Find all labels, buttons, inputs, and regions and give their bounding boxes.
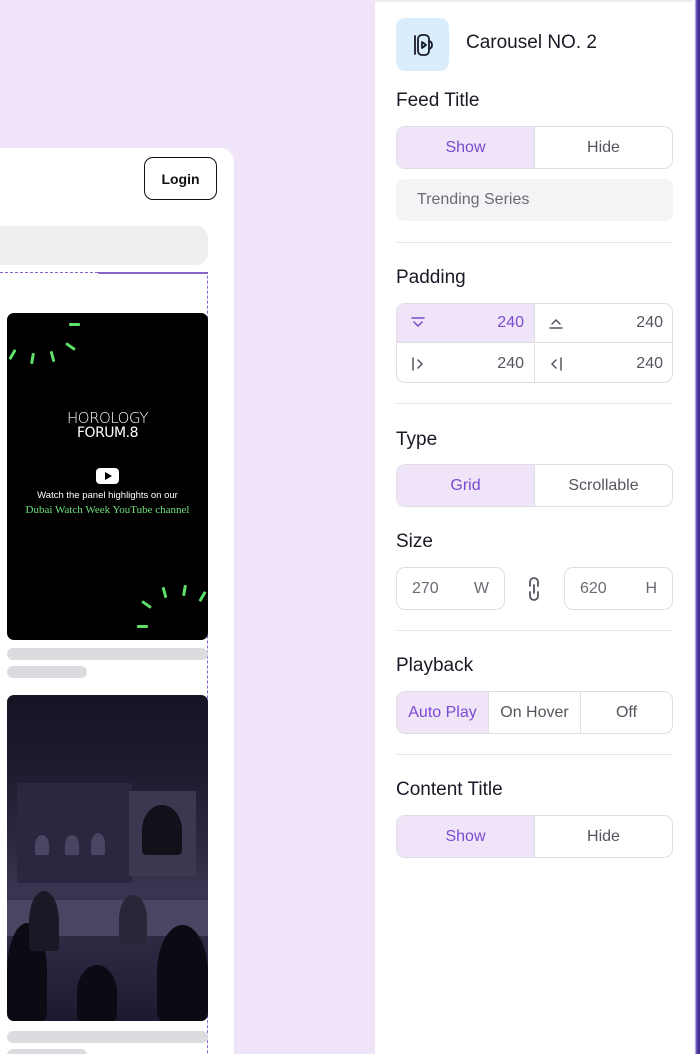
padding-top-icon [547,314,565,332]
selection-handle[interactable] [98,272,208,274]
video-library-icon [413,33,433,56]
section-divider [396,630,673,631]
decorative-dash [49,350,56,363]
padding-bottom-icon [409,314,427,332]
padding-heading: Padding [396,267,466,288]
decorative-dash [182,584,187,597]
subtitle-skeleton [7,1049,87,1054]
size-height-field[interactable]: 620 H [564,567,673,610]
aspect-lock-link-icon[interactable] [523,574,545,604]
subtitle-skeleton [7,666,87,678]
panelist-seated [119,895,147,943]
section-divider [396,754,673,755]
padding-left-icon [547,355,565,373]
decorative-dash [137,625,148,628]
decorative-dash [198,590,207,603]
size-width-value: 270 [412,579,439,597]
decorative-dash [8,348,17,361]
type-grid-option[interactable]: Grid [397,465,534,506]
playback-heading: Playback [396,655,474,676]
size-height-unit: H [645,579,657,597]
padding-left-value: 240 [636,354,663,372]
size-width-unit: W [473,579,489,597]
feed-title-toggle: Show Hide [396,126,673,169]
stage-screen [17,783,132,883]
audience-figure [77,965,117,1021]
youtube-icon [96,468,119,484]
padding-top-value: 240 [636,314,663,331]
decorative-dash [161,586,168,599]
preview-canvas: Login HOROLOGY FORUM.8 Watch the panel h… [0,0,375,1054]
padding-grid: 240 240 240 240 [396,303,673,383]
type-scrollable-option[interactable]: Scrollable [534,465,672,506]
playback-autoplay-option[interactable]: Auto Play [397,692,488,733]
brand-subtitle: FORUM.8 [77,425,138,441]
video-thumbnail[interactable] [7,695,208,1021]
padding-top-field[interactable]: 240 [535,304,672,343]
decorative-dash [69,323,80,326]
feed-title-input[interactable] [396,179,673,221]
video-caption-link: Dubai Watch Week YouTube channel [25,504,190,516]
padding-bottom-field[interactable]: 240 [397,304,535,343]
padding-right-value: 240 [497,354,524,372]
padding-left-field[interactable]: 240 [535,344,672,382]
type-toggle: Grid Scrollable [396,464,673,507]
panelist-figure [65,835,79,855]
carousel-icon-tile [396,18,449,71]
size-height-value: 620 [580,579,607,597]
feed-title-hide-option[interactable]: Hide [534,127,672,168]
size-heading: Size [396,531,433,552]
decorative-dash [141,600,152,609]
playback-onhover-option[interactable]: On Hover [488,692,580,733]
speaker-figure [142,805,182,855]
padding-right-field[interactable]: 240 [397,344,535,382]
panel-scroll-edge [692,0,700,1054]
feed-title-heading: Feed Title [396,90,480,111]
title-skeleton [7,648,208,660]
feed-title-show-option[interactable]: Show [397,127,534,168]
panelist-figure [35,835,49,855]
audience-figure [157,925,208,1021]
panelist-figure [91,833,105,855]
content-title-toggle: Show Hide [396,815,673,858]
decorative-dash [65,342,76,351]
decorative-dash [30,352,35,365]
title-skeleton [7,1031,208,1043]
playback-toggle: Auto Play On Hover Off [396,691,673,734]
search-bar-placeholder[interactable] [0,226,208,265]
type-heading: Type [396,429,438,450]
video-caption: Watch the panel highlights on our [37,490,178,501]
content-title-hide-option[interactable]: Hide [534,816,672,857]
padding-right-icon [409,355,427,373]
video-thumbnail[interactable]: HOROLOGY FORUM.8 Watch the panel highlig… [7,313,208,640]
padding-bottom-value: 240 [497,314,524,331]
playback-off-option[interactable]: Off [580,692,672,733]
carousel-title: Carousel NO. 2 [466,32,597,53]
content-title-show-option[interactable]: Show [397,816,534,857]
section-divider [396,242,673,243]
section-divider [396,403,673,404]
login-button[interactable]: Login [144,157,217,200]
content-title-heading: Content Title [396,779,503,800]
size-width-field[interactable]: 270 W [396,567,505,610]
panelist-seated [29,891,59,951]
